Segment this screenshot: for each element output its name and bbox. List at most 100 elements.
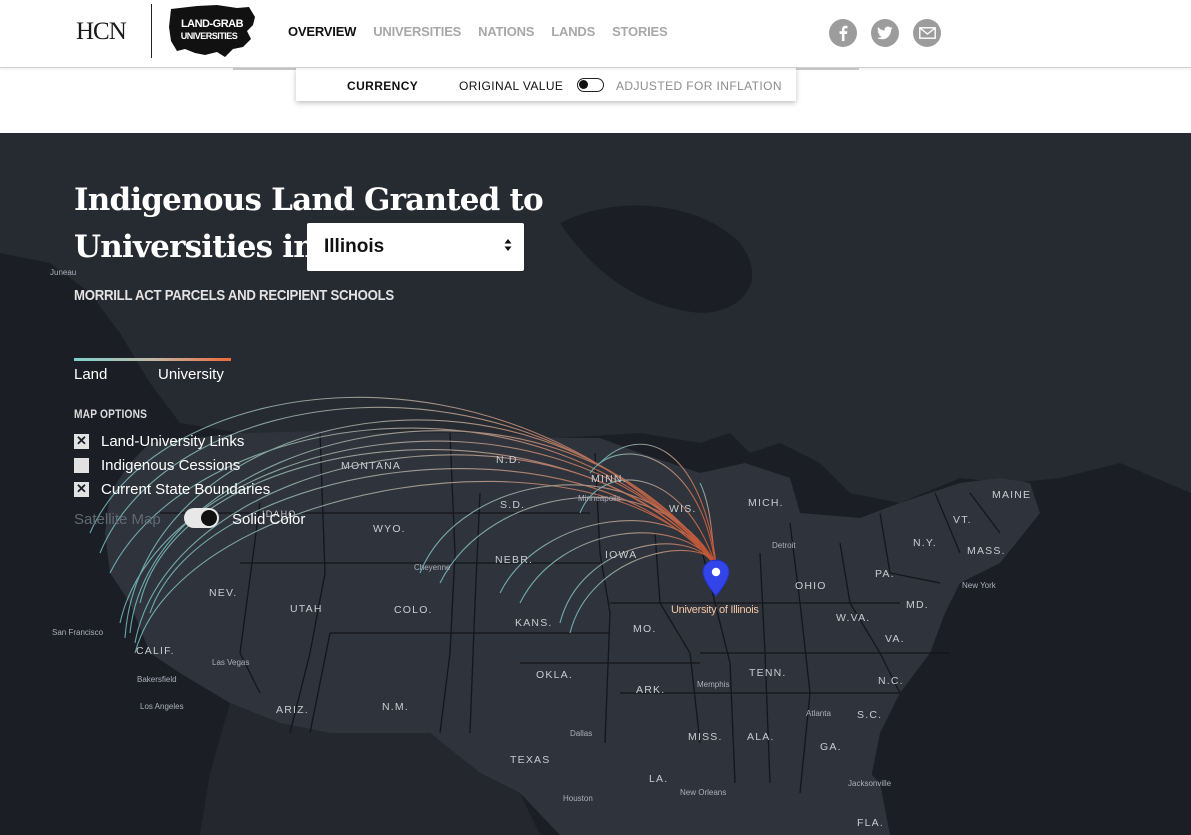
state-select-value: Illinois [324, 236, 385, 257]
toggle-knob [201, 510, 217, 526]
state-label-texas: TEXAS [510, 754, 551, 766]
satellite-map-option[interactable]: Satellite Map [74, 511, 161, 528]
currency-bar: CURRENCY ORIGINAL VALUE ADJUSTED FOR INF… [296, 68, 796, 101]
facebook-icon[interactable] [829, 19, 857, 47]
city-label-new-orleans: New Orleans [680, 788, 727, 797]
state-label-mass: MASS. [967, 545, 1006, 557]
nav-nations[interactable]: NATIONS [478, 24, 534, 39]
option-label: Indigenous Cessions [101, 457, 241, 474]
social-links [829, 19, 941, 47]
solid-color-option[interactable]: Solid Color [232, 511, 305, 528]
currency-label: CURRENCY [347, 79, 419, 93]
state-label-pa: PA. [875, 568, 895, 580]
state-label-nm: N.M. [382, 701, 409, 713]
state-label-montana: MONTANA [341, 460, 402, 472]
state-label-vt: VT. [953, 514, 972, 526]
state-label-ga: GA. [820, 741, 842, 753]
state-label-nc: N.C. [878, 675, 904, 687]
select-arrows-icon [504, 239, 512, 251]
state-label-ala: ALA. [747, 731, 775, 743]
option-label: Land-University Links [101, 433, 245, 450]
city-label-san-francisco: San Francisco [52, 628, 104, 637]
state-label-calif: CALIF. [136, 645, 175, 657]
state-label-ariz: ARIZ. [276, 704, 309, 716]
city-label-jacksonville: Jacksonville [848, 779, 892, 788]
nav-universities[interactable]: UNIVERSITIES [373, 24, 461, 39]
currency-toggle[interactable] [577, 78, 604, 92]
state-label-ny: N.Y. [913, 537, 937, 549]
site-header: HCN LAND-GRAB UNIVERSITIES OVERVIEW UNIV… [0, 0, 1191, 68]
state-label-maine: MAINE [992, 489, 1032, 501]
university-pin-icon[interactable] [702, 559, 730, 597]
svg-text:LAND-GRAB: LAND-GRAB [181, 18, 244, 30]
state-label-colo: COLO. [394, 604, 433, 616]
option-land-university-links[interactable]: ✕ Land-University Links [74, 433, 244, 450]
state-label-wis: WIS. [669, 503, 697, 515]
state-label-sc: S.C. [857, 709, 883, 721]
state-label-tenn: TENN. [749, 667, 787, 679]
city-label-juneau: Juneau [50, 268, 77, 277]
original-value-option[interactable]: ORIGINAL VALUE [459, 79, 563, 93]
state-label-sd: S.D. [500, 499, 526, 511]
basemap-toggle[interactable] [184, 508, 219, 528]
checkbox-current-state-boundaries[interactable]: ✕ [74, 481, 89, 497]
state-label-iowa: IOWA [605, 549, 638, 561]
city-label-detroit: Detroit [772, 541, 796, 550]
city-label-minneapolis: Minneapolis [578, 494, 621, 503]
map-canvas[interactable]: MONTANA N.D. S.D. WYO. NEV. UTAH COLO. N… [0, 133, 1191, 835]
main-nav: OVERVIEW UNIVERSITIES NATIONS LANDS STOR… [288, 24, 668, 39]
state-label-ohio: OHIO [795, 580, 827, 592]
city-label-new-york: New York [962, 581, 996, 590]
checkbox-land-university-links[interactable]: ✕ [74, 433, 89, 449]
option-label: Current State Boundaries [101, 481, 271, 498]
legend-university-label: University [158, 366, 224, 383]
state-label-okla: OKLA. [536, 669, 573, 681]
check-x-icon: ✕ [76, 433, 87, 448]
state-label-ark: ARK. [636, 684, 666, 696]
city-label-houston: Houston [563, 794, 593, 803]
state-label-wyo: WYO. [373, 523, 406, 535]
nav-stories[interactable]: STORIES [612, 24, 668, 39]
checkbox-indigenous-cessions[interactable] [74, 458, 89, 473]
legend-land-label: Land [74, 366, 108, 383]
state-label-nebr: NEBR. [495, 554, 534, 566]
state-label-va: VA. [885, 633, 905, 645]
twitter-icon[interactable] [871, 19, 899, 47]
state-label-miss: MISS. [688, 731, 723, 743]
toggle-knob [579, 80, 588, 89]
legend-gradient [74, 358, 231, 361]
state-label-minn: MINN. [591, 473, 627, 485]
city-label-bakersfield: Bakersfield [137, 675, 177, 684]
nav-overview[interactable]: OVERVIEW [288, 24, 356, 39]
map-subtitle: MORRILL ACT PARCELS AND RECIPIENT SCHOOL… [74, 287, 394, 304]
option-indigenous-cessions[interactable]: Indigenous Cessions [74, 457, 240, 474]
svg-text:UNIVERSITIES: UNIVERSITIES [181, 31, 238, 41]
adjusted-for-inflation-option[interactable]: ADJUSTED FOR INFLATION [616, 79, 782, 93]
email-icon[interactable] [913, 19, 941, 47]
city-label-atlanta: Atlanta [806, 709, 831, 718]
hcn-logo[interactable]: HCN [76, 18, 127, 46]
city-label-los-angeles: Los Angeles [140, 702, 184, 711]
state-select[interactable]: Illinois [307, 223, 524, 271]
state-label-fla: FLA. [857, 817, 884, 829]
state-label-wva: W.VA. [836, 612, 871, 624]
state-label-la: LA. [649, 773, 669, 785]
map-options-title: MAP OPTIONS [74, 407, 148, 421]
state-label-mo: MO. [633, 623, 657, 635]
state-label-utah: UTAH [290, 603, 323, 615]
city-label-las-vegas: Las Vegas [212, 658, 250, 667]
land-grab-universities-logo[interactable]: LAND-GRAB UNIVERSITIES [167, 3, 257, 59]
city-label-cheyenne: Cheyenne [414, 563, 451, 572]
state-label-kans: KANS. [515, 617, 553, 629]
check-x-icon: ✕ [76, 481, 87, 496]
state-label-nd: N.D. [496, 454, 522, 466]
nav-lands[interactable]: LANDS [551, 24, 595, 39]
state-label-md: MD. [906, 599, 929, 611]
state-label-nev: NEV. [209, 587, 238, 599]
city-label-memphis: Memphis [697, 680, 730, 689]
university-label[interactable]: University of Illinois [671, 604, 759, 616]
city-label-dallas: Dallas [570, 729, 593, 738]
logo-divider [151, 4, 152, 58]
state-label-mich: MICH. [748, 497, 784, 509]
option-current-state-boundaries[interactable]: ✕ Current State Boundaries [74, 481, 270, 498]
